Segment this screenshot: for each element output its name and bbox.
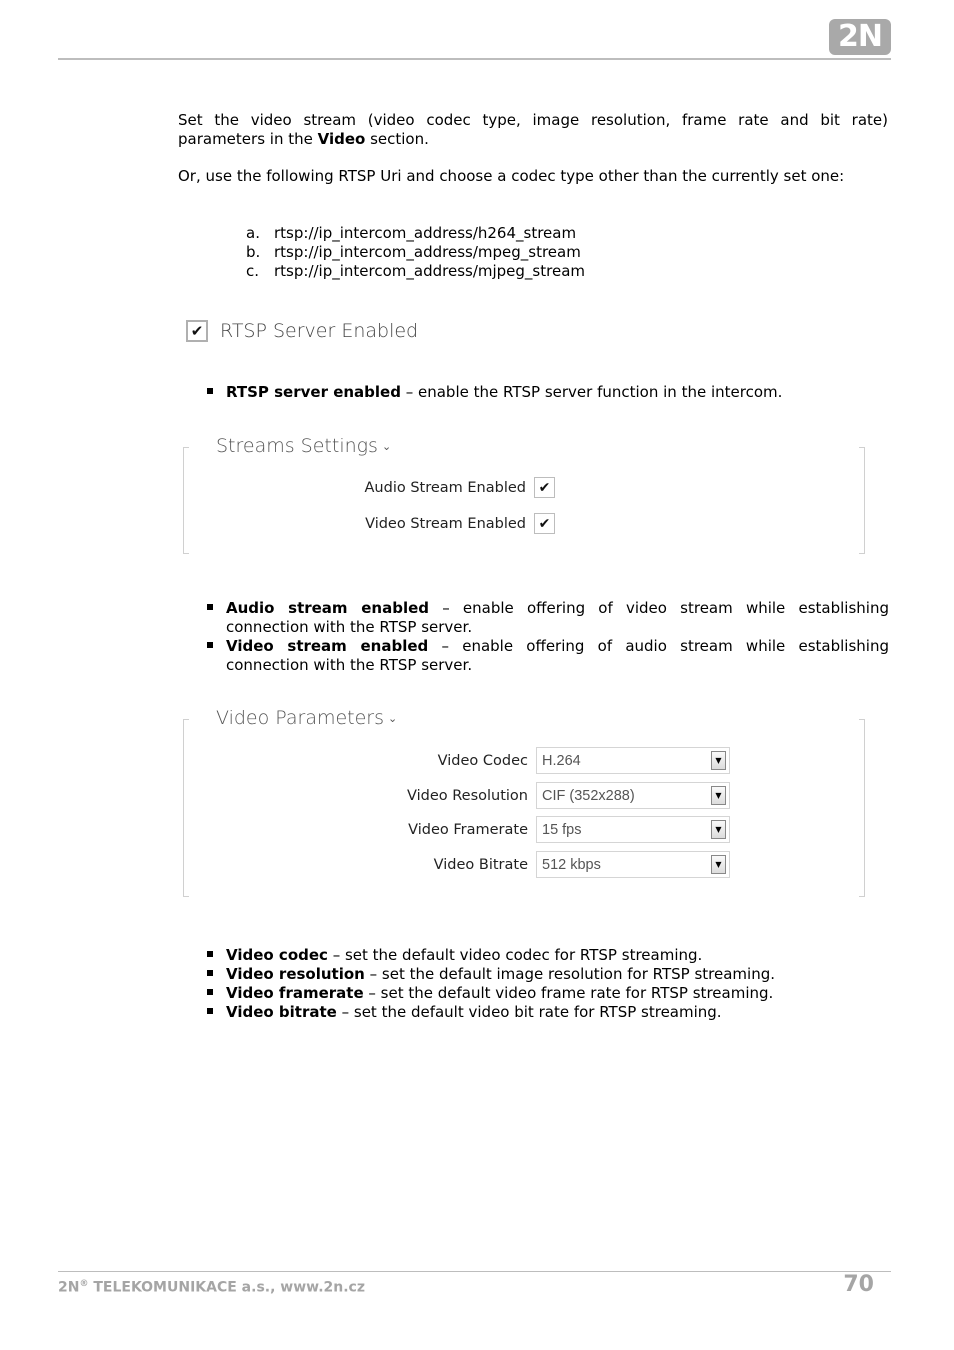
bullet-desc: – set the default video frame rate for R… [363,984,774,1002]
bullet-term: Audio stream enabled [226,599,429,617]
checkmark-icon: ✔ [538,515,551,532]
panel-border-right [859,447,865,554]
footer-company-text: TELEKOMUNIKACE a.s., www.2n.cz [88,1279,365,1296]
video-stream-label: Video Stream Enabled [365,515,526,532]
footer-brand: 2N [58,1279,80,1296]
page-number: 70 [843,1272,874,1297]
chevron-down-icon[interactable]: ⌄ [382,440,391,453]
video-bitrate-select[interactable]: 512 kbps ▼ [536,851,730,878]
audio-stream-label: Audio Stream Enabled [364,479,527,496]
intro-text-end: section. [365,130,429,148]
list-marker: b. [246,243,261,261]
select-value: CIF (352x288) [542,787,635,804]
video-framerate-label: Video Framerate [408,821,528,838]
select-value: H.264 [542,752,581,769]
dropdown-arrow-icon[interactable]: ▼ [711,820,726,839]
rtsp-server-checkbox[interactable]: ✔ [186,320,208,342]
video-bitrate-row: Video Bitrate 512 kbps ▼ [183,851,730,878]
uri-text: rtsp://ip_intercom_address/h264_stream [274,224,577,242]
streams-bullet-list: Audio stream enabled – enable offering o… [206,599,889,675]
video-stream-row: Video Stream Enabled ✔ [365,513,555,534]
dropdown-arrow-icon[interactable]: ▼ [711,751,726,770]
intro-paragraph-2: Or, use the following RTSP Uri and choos… [178,167,845,185]
video-parameters-title[interactable]: Video Parameters ⌄ [216,707,397,729]
video-codec-select[interactable]: H.264 ▼ [536,747,730,774]
bullet-term: RTSP server enabled [226,383,401,401]
uri-text: rtsp://ip_intercom_address/mjpeg_stream [274,262,585,280]
video-framerate-select[interactable]: 15 fps ▼ [536,816,730,843]
streams-settings-title[interactable]: Streams Settings ⌄ [216,435,391,457]
uri-list: a. rtsp://ip_intercom_address/h264_stream… [246,224,585,281]
bullet-item: Video stream enabled – enable offering o… [206,637,889,675]
bullet-item: Video codec – set the default video code… [206,946,889,965]
panel-border-right [859,719,865,897]
panel-title-text: Video Parameters [216,707,385,729]
intro-paragraph-1: Set the video stream (video codec type, … [178,111,888,149]
video-parameters-panel: Video Parameters ⌄ Video Codec H.264 ▼ Vid… [183,707,865,897]
panel-title-text: Streams Settings [216,435,378,457]
bullet-desc: – set the default video bit rate for RTS… [336,1003,722,1021]
footer-divider [58,1271,891,1272]
uri-list-item: c. rtsp://ip_intercom_address/mjpeg_strea… [246,262,585,281]
bullet-term: Video bitrate [226,1003,337,1021]
checkmark-icon: ✔ [190,321,204,340]
video-stream-checkbox[interactable]: ✔ [534,513,555,534]
bullet-item: RTSP server enabled – enable the RTSP se… [206,383,889,402]
video-codec-label: Video Codec [437,752,528,769]
video-resolution-row: Video Resolution CIF (352x288) ▼ [183,782,730,809]
bullet-term: Video codec [226,946,328,964]
rtsp-server-label: RTSP Server Enabled [220,320,419,342]
audio-stream-row: Audio Stream Enabled ✔ [364,477,555,498]
select-value: 512 kbps [542,856,601,873]
uri-text: rtsp://ip_intercom_address/mpeg_stream [274,243,581,261]
uri-list-item: a. rtsp://ip_intercom_address/h264_stream [246,224,585,243]
bullet-desc: – set the default image resolution for R… [364,965,775,983]
bullet-item: Audio stream enabled – enable offering o… [206,599,889,637]
video-resolution-label: Video Resolution [407,787,528,804]
bullet-term: Video framerate [226,984,364,1002]
dropdown-arrow-icon[interactable]: ▼ [711,855,726,874]
dropdown-arrow-icon[interactable]: ▼ [711,786,726,805]
footer-company: 2N® TELEKOMUNIKACE a.s., www.2n.cz [58,1279,365,1296]
rtsp-bullet-list: RTSP server enabled – enable the RTSP se… [206,383,889,402]
bullet-desc: – set the default video codec for RTSP s… [327,946,703,964]
list-marker: c. [246,262,260,280]
rtsp-server-toggle[interactable]: ✔ RTSP Server Enabled [186,320,418,342]
panel-border-left [183,447,189,554]
video-bullet-list: Video codec – set the default video code… [206,946,889,1022]
audio-stream-checkbox[interactable]: ✔ [534,477,555,498]
bullet-term: Video resolution [226,965,365,983]
checkmark-icon: ✔ [538,479,551,496]
header-divider [58,58,891,60]
brand-logo: 2N [829,19,891,55]
bullet-item: Video bitrate – set the default video bi… [206,1003,889,1022]
intro-text: Set the video stream (video codec type, … [178,111,888,148]
streams-settings-panel: Streams Settings ⌄ Audio Stream Enabled ✔… [183,435,865,554]
select-value: 15 fps [542,821,582,838]
intro-bold-video: Video [317,130,366,148]
video-framerate-row: Video Framerate 15 fps ▼ [183,816,730,843]
uri-list-item: b. rtsp://ip_intercom_address/mpeg_stream [246,243,585,262]
video-bitrate-label: Video Bitrate [433,856,528,873]
list-marker: a. [246,224,260,242]
chevron-down-icon[interactable]: ⌄ [388,712,397,725]
video-resolution-select[interactable]: CIF (352x288) ▼ [536,782,730,809]
bullet-term: Video stream enabled [226,637,429,655]
video-codec-row: Video Codec H.264 ▼ [183,747,730,774]
bullet-item: Video framerate – set the default video … [206,984,889,1003]
bullet-item: Video resolution – set the default image… [206,965,889,984]
bullet-desc: – enable the RTSP server function in the… [400,383,783,401]
